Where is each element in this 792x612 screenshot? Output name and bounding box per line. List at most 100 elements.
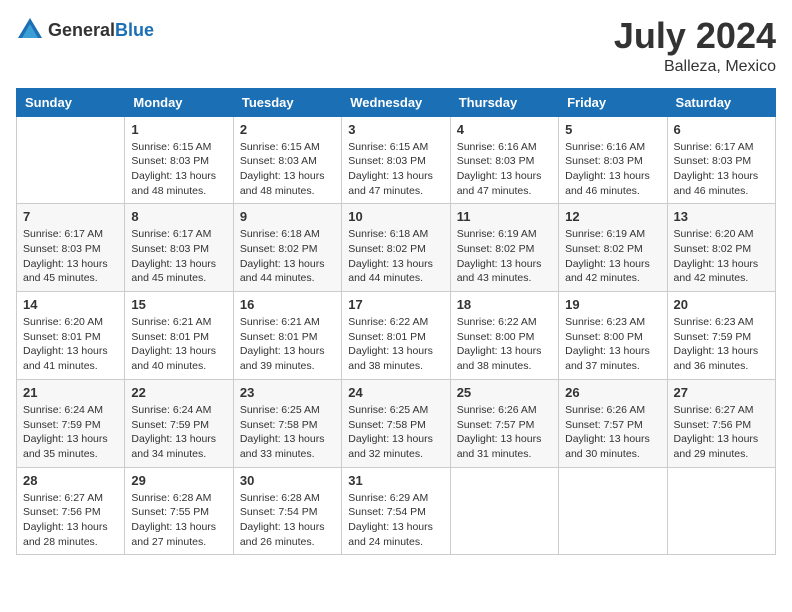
day-info: Sunrise: 6:17 AMSunset: 8:03 PMDaylight:… (23, 227, 118, 286)
day-info: Sunrise: 6:25 AMSunset: 7:58 PMDaylight:… (348, 403, 443, 462)
day-number: 21 (23, 385, 118, 400)
day-number: 23 (240, 385, 335, 400)
day-number: 26 (565, 385, 660, 400)
day-number: 18 (457, 297, 552, 312)
day-info: Sunrise: 6:18 AMSunset: 8:02 PMDaylight:… (348, 227, 443, 286)
calendar-cell: 25Sunrise: 6:26 AMSunset: 7:57 PMDayligh… (450, 379, 558, 467)
header-day-wednesday: Wednesday (342, 88, 450, 116)
calendar-cell: 6Sunrise: 6:17 AMSunset: 8:03 PMDaylight… (667, 116, 775, 204)
day-info: Sunrise: 6:21 AMSunset: 8:01 PMDaylight:… (131, 315, 226, 374)
day-info: Sunrise: 6:15 AMSunset: 8:03 PMDaylight:… (348, 140, 443, 199)
day-info: Sunrise: 6:20 AMSunset: 8:01 PMDaylight:… (23, 315, 118, 374)
day-number: 2 (240, 122, 335, 137)
day-info: Sunrise: 6:15 AMSunset: 8:03 PMDaylight:… (131, 140, 226, 199)
calendar-cell: 5Sunrise: 6:16 AMSunset: 8:03 PMDaylight… (559, 116, 667, 204)
day-info: Sunrise: 6:27 AMSunset: 7:56 PMDaylight:… (23, 491, 118, 550)
logo-icon (16, 16, 44, 44)
day-number: 8 (131, 209, 226, 224)
logo-blue: Blue (115, 20, 154, 40)
day-info: Sunrise: 6:18 AMSunset: 8:02 PMDaylight:… (240, 227, 335, 286)
title-block: July 2024 Balleza, Mexico (614, 16, 776, 76)
day-info: Sunrise: 6:17 AMSunset: 8:03 PMDaylight:… (674, 140, 769, 199)
calendar-cell: 13 Sunrise: 6:20 AMSunset: 8:02 PMDayligh… (667, 204, 775, 292)
calendar-cell: 17 Sunrise: 6:22 AMSunset: 8:01 PMDayligh… (342, 292, 450, 380)
day-info: Sunrise: 6:29 AMSunset: 7:54 PMDaylight:… (348, 491, 443, 550)
calendar-cell (450, 467, 558, 555)
month-year: July 2024 (614, 16, 776, 56)
day-number: 13 (674, 209, 769, 224)
day-number: 17 (348, 297, 443, 312)
day-number: 16 (240, 297, 335, 312)
header-day-tuesday: Tuesday (233, 88, 341, 116)
day-number: 4 (457, 122, 552, 137)
day-info: Sunrise: 6:26 AMSunset: 7:57 PMDaylight:… (565, 403, 660, 462)
calendar-cell: 31 Sunrise: 6:29 AMSunset: 7:54 PMDayligh… (342, 467, 450, 555)
day-number: 12 (565, 209, 660, 224)
day-number: 22 (131, 385, 226, 400)
calendar-cell: 30Sunrise: 6:28 AMSunset: 7:54 PMDayligh… (233, 467, 341, 555)
day-info: Sunrise: 6:19 AMSunset: 8:02 PMDaylight:… (457, 227, 552, 286)
calendar-cell: 29 Sunrise: 6:28 AMSunset: 7:55 PMDayligh… (125, 467, 233, 555)
calendar-cell: 2 Sunrise: 6:15 AMSunset: 8:03 AMDaylight… (233, 116, 341, 204)
calendar-week-2: 7 Sunrise: 6:17 AMSunset: 8:03 PMDaylight… (17, 204, 776, 292)
calendar-cell: 7 Sunrise: 6:17 AMSunset: 8:03 PMDaylight… (17, 204, 125, 292)
header-day-monday: Monday (125, 88, 233, 116)
day-info: Sunrise: 6:21 AMSunset: 8:01 PMDaylight:… (240, 315, 335, 374)
day-number: 24 (348, 385, 443, 400)
day-number: 20 (674, 297, 769, 312)
day-info: Sunrise: 6:16 AMSunset: 8:03 PMDaylight:… (565, 140, 660, 199)
calendar-cell: 10 Sunrise: 6:18 AMSunset: 8:02 PMDayligh… (342, 204, 450, 292)
header-day-friday: Friday (559, 88, 667, 116)
calendar-cell: 3 Sunrise: 6:15 AMSunset: 8:03 PMDaylight… (342, 116, 450, 204)
day-info: Sunrise: 6:24 AMSunset: 7:59 PMDaylight:… (23, 403, 118, 462)
page-header: GeneralBlue July 2024 Balleza, Mexico (16, 16, 776, 76)
day-info: Sunrise: 6:27 AMSunset: 7:56 PMDaylight:… (674, 403, 769, 462)
calendar-cell: 24 Sunrise: 6:25 AMSunset: 7:58 PMDayligh… (342, 379, 450, 467)
calendar-cell: 28 Sunrise: 6:27 AMSunset: 7:56 PMDayligh… (17, 467, 125, 555)
calendar-cell: 27Sunrise: 6:27 AMSunset: 7:56 PMDayligh… (667, 379, 775, 467)
day-number: 7 (23, 209, 118, 224)
logo-text: GeneralBlue (48, 20, 154, 41)
calendar-week-1: 1 Sunrise: 6:15 AMSunset: 8:03 PMDaylight… (17, 116, 776, 204)
calendar-cell: 15 Sunrise: 6:21 AMSunset: 8:01 PMDayligh… (125, 292, 233, 380)
calendar-cell: 14 Sunrise: 6:20 AMSunset: 8:01 PMDayligh… (17, 292, 125, 380)
logo-general: General (48, 20, 115, 40)
calendar-cell (667, 467, 775, 555)
location: Balleza, Mexico (614, 58, 776, 76)
day-number: 10 (348, 209, 443, 224)
header-day-thursday: Thursday (450, 88, 558, 116)
calendar-cell: 22Sunrise: 6:24 AMSunset: 7:59 PMDayligh… (125, 379, 233, 467)
calendar-cell: 18Sunrise: 6:22 AMSunset: 8:00 PMDayligh… (450, 292, 558, 380)
calendar-cell: 11Sunrise: 6:19 AMSunset: 8:02 PMDayligh… (450, 204, 558, 292)
day-number: 29 (131, 473, 226, 488)
day-number: 19 (565, 297, 660, 312)
day-info: Sunrise: 6:26 AMSunset: 7:57 PMDaylight:… (457, 403, 552, 462)
calendar-cell: 21 Sunrise: 6:24 AMSunset: 7:59 PMDayligh… (17, 379, 125, 467)
calendar-cell: 9 Sunrise: 6:18 AMSunset: 8:02 PMDaylight… (233, 204, 341, 292)
calendar-cell (559, 467, 667, 555)
day-info: Sunrise: 6:22 AMSunset: 8:01 PMDaylight:… (348, 315, 443, 374)
day-number: 14 (23, 297, 118, 312)
day-info: Sunrise: 6:28 AMSunset: 7:55 PMDaylight:… (131, 491, 226, 550)
calendar-week-5: 28 Sunrise: 6:27 AMSunset: 7:56 PMDayligh… (17, 467, 776, 555)
day-info: Sunrise: 6:16 AMSunset: 8:03 PMDaylight:… (457, 140, 552, 199)
calendar-cell: 26 Sunrise: 6:26 AMSunset: 7:57 PMDayligh… (559, 379, 667, 467)
day-number: 31 (348, 473, 443, 488)
calendar-cell: 23 Sunrise: 6:25 AMSunset: 7:58 PMDayligh… (233, 379, 341, 467)
day-number: 3 (348, 122, 443, 137)
header-day-saturday: Saturday (667, 88, 775, 116)
calendar-cell: 8Sunrise: 6:17 AMSunset: 8:03 PMDaylight… (125, 204, 233, 292)
day-number: 28 (23, 473, 118, 488)
day-info: Sunrise: 6:19 AMSunset: 8:02 PMDaylight:… (565, 227, 660, 286)
day-number: 1 (131, 122, 226, 137)
day-info: Sunrise: 6:23 AMSunset: 7:59 PMDaylight:… (674, 315, 769, 374)
calendar-cell: 19 Sunrise: 6:23 AMSunset: 8:00 PMDayligh… (559, 292, 667, 380)
day-number: 15 (131, 297, 226, 312)
day-info: Sunrise: 6:15 AMSunset: 8:03 AMDaylight:… (240, 140, 335, 199)
day-info: Sunrise: 6:25 AMSunset: 7:58 PMDaylight:… (240, 403, 335, 462)
day-info: Sunrise: 6:23 AMSunset: 8:00 PMDaylight:… (565, 315, 660, 374)
day-number: 9 (240, 209, 335, 224)
day-info: Sunrise: 6:20 AMSunset: 8:02 PMDaylight:… (674, 227, 769, 286)
calendar-cell: 16 Sunrise: 6:21 AMSunset: 8:01 PMDayligh… (233, 292, 341, 380)
day-number: 30 (240, 473, 335, 488)
